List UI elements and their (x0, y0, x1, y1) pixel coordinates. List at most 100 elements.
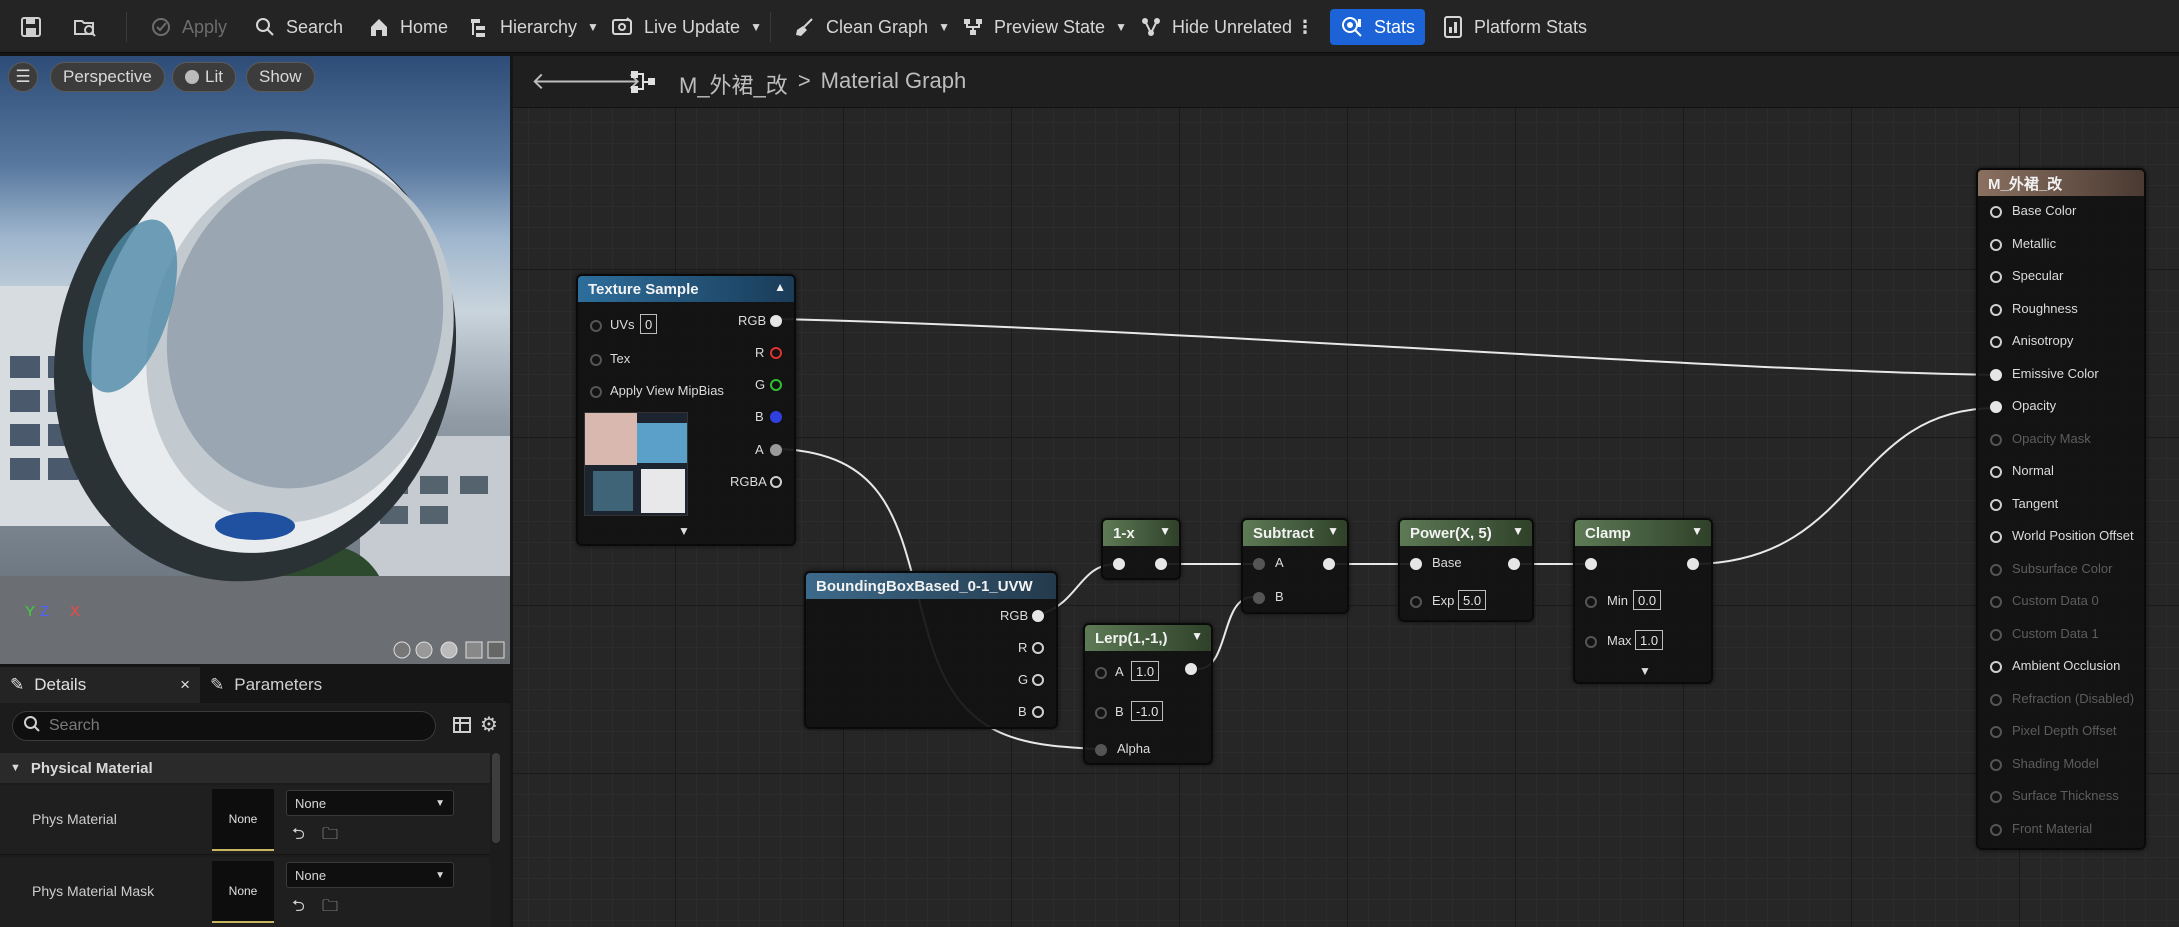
home-button[interactable]: Home (360, 9, 454, 45)
max-value-field[interactable]: 1.0 (1635, 630, 1664, 650)
bounding-box-uvw-node[interactable]: BoundingBoxBased_0-1_UVW RGB R G B (804, 571, 1058, 729)
result-input-pin[interactable] (1990, 466, 2002, 478)
rgba-output-pin[interactable] (770, 476, 782, 488)
input-pin[interactable] (1113, 558, 1125, 570)
output-pin[interactable] (1185, 663, 1197, 675)
tex-pin[interactable] (590, 354, 602, 366)
result-input-pin[interactable] (1990, 531, 2002, 543)
result-input-pin[interactable] (1990, 791, 2002, 803)
node-header[interactable]: Lerp(1,-1,) ▼ (1085, 625, 1211, 651)
details-scrollbar[interactable] (492, 753, 500, 843)
result-input-pin[interactable] (1990, 758, 2002, 771)
stats-button[interactable]: Stats (1330, 9, 1426, 45)
subtract-node[interactable]: Subtract ▼ A B (1241, 518, 1349, 614)
expand-chevron-icon[interactable]: ▼ (678, 524, 690, 538)
node-header[interactable]: Subtract ▼ (1243, 520, 1347, 546)
breadcrumb-graph[interactable]: Material Graph (821, 68, 967, 100)
browse-asset-icon[interactable]: 🗀 (322, 823, 338, 850)
result-input-pin[interactable] (1990, 433, 2002, 446)
chevron-down-icon[interactable]: ▼ (1327, 524, 1339, 538)
expand-chevron-icon[interactable]: ▼ (1639, 664, 1651, 678)
result-input-pin[interactable] (1990, 238, 2002, 251)
output-pin[interactable] (1687, 558, 1699, 570)
result-input-pin[interactable] (1990, 498, 2002, 511)
rgb-output-pin[interactable] (770, 315, 782, 327)
browse-asset-icon[interactable]: 🗀 (322, 895, 338, 922)
r-output-pin[interactable] (770, 347, 782, 359)
uvs-pin[interactable] (590, 320, 602, 332)
lit-button[interactable]: Lit (172, 62, 236, 92)
preview-viewport[interactable]: Y Z X ☰ Perspective Lit Show (0, 56, 510, 664)
node-header[interactable]: Power(X, 5) ▼ (1400, 520, 1532, 546)
material-result-node[interactable]: M_外裙_改 Base Color Metallic Specular Roughne… (1976, 168, 2146, 850)
one-minus-node[interactable]: 1-x ▼ (1101, 518, 1181, 580)
output-pin[interactable] (1155, 558, 1167, 570)
power-node[interactable]: Power(X, 5) ▼ Base Exp 5.0 (1398, 518, 1534, 622)
result-input-pin[interactable] (1990, 693, 2002, 706)
result-input-pin[interactable] (1990, 303, 2002, 316)
clean-graph-dropdown[interactable]: Clean Graph ▼ (786, 9, 956, 45)
apply-button[interactable]: Apply (142, 9, 233, 45)
max-input-pin[interactable] (1585, 636, 1597, 648)
a-input-pin[interactable] (1095, 667, 1107, 679)
uvs-value-field[interactable]: 0 (640, 314, 658, 334)
min-input-pin[interactable] (1585, 596, 1597, 608)
chevron-down-icon[interactable]: ▼ (1691, 524, 1703, 538)
min-value-field[interactable]: 0.0 (1633, 590, 1662, 610)
preview-state-dropdown[interactable]: Preview State ▼ (954, 9, 1133, 45)
node-header[interactable]: BoundingBoxBased_0-1_UVW (806, 573, 1056, 599)
phys-material-mask-select[interactable]: None ▼ (286, 862, 454, 888)
table-view-icon[interactable] (452, 715, 474, 737)
chevron-up-icon[interactable]: ▲ (774, 280, 786, 294)
result-input-pin[interactable] (1990, 596, 2002, 608)
phys-material-thumbnail[interactable]: None (212, 789, 274, 851)
result-input-pin[interactable] (1990, 336, 2002, 348)
show-button[interactable]: Show (246, 62, 315, 92)
result-input-pin[interactable] (1990, 661, 2002, 673)
chevron-down-icon[interactable]: ▼ (1159, 524, 1171, 538)
node-header[interactable]: M_外裙_改 (1978, 170, 2144, 196)
save-button[interactable] (12, 9, 50, 45)
clamp-node[interactable]: Clamp ▼ Min 0.0 Max 1.0 ▼ (1573, 518, 1713, 684)
settings-gear-icon[interactable]: ⚙ (480, 715, 502, 737)
result-input-pin[interactable] (1990, 401, 2002, 413)
platform-stats-button[interactable]: Platform Stats (1434, 9, 1593, 45)
base-input-pin[interactable] (1410, 558, 1422, 570)
search-button[interactable]: Search (246, 9, 349, 45)
g-output-pin[interactable] (770, 379, 782, 391)
node-header[interactable]: Clamp ▼ (1575, 520, 1711, 546)
lerp-node[interactable]: Lerp(1,-1,) ▼ A 1.0 B -1.0 Alpha (1083, 623, 1213, 765)
phys-material-select[interactable]: None ▼ (286, 790, 454, 816)
node-header[interactable]: 1-x ▼ (1103, 520, 1179, 546)
live-update-dropdown[interactable]: Live Update ▼ (604, 9, 768, 45)
alpha-input-pin[interactable] (1095, 744, 1107, 756)
details-search-input[interactable]: Search (12, 711, 436, 741)
viewport-menu-button[interactable]: ☰ (8, 62, 38, 92)
result-input-pin[interactable] (1990, 628, 2002, 641)
browse-button[interactable] (66, 9, 104, 45)
output-pin[interactable] (1508, 558, 1520, 570)
a-value-field[interactable]: 1.0 (1131, 661, 1160, 681)
output-pin[interactable] (1323, 558, 1335, 570)
physical-material-section[interactable]: ▼ Physical Material (0, 753, 490, 783)
result-input-pin[interactable] (1990, 563, 2002, 576)
result-input-pin[interactable] (1990, 726, 2002, 738)
b-input-pin[interactable] (1095, 707, 1107, 719)
texture-sample-node[interactable]: Texture Sample ▲ UVs 0 Tex Apply View Mi… (576, 274, 796, 546)
r-output-pin[interactable] (1032, 642, 1044, 654)
exp-value-field[interactable]: 5.0 (1458, 590, 1487, 610)
a-output-pin[interactable] (770, 444, 782, 456)
input-pin[interactable] (1585, 558, 1597, 570)
hierarchy-dropdown[interactable]: Hierarchy ▼ (460, 9, 605, 45)
perspective-button[interactable]: Perspective (50, 62, 165, 92)
result-input-pin[interactable] (1990, 206, 2002, 218)
hide-unrelated-button[interactable]: Hide Unrelated (1132, 9, 1298, 45)
close-icon[interactable]: × (180, 675, 190, 695)
b-input-pin[interactable] (1253, 592, 1265, 604)
rgb-output-pin[interactable] (1032, 610, 1044, 622)
b-output-pin[interactable] (770, 411, 782, 423)
result-input-pin[interactable] (1990, 271, 2002, 283)
breadcrumb-asset[interactable]: M_外裙_改 (679, 68, 788, 100)
more-options-button[interactable]: ⋮ (1290, 9, 1320, 45)
b-output-pin[interactable] (1032, 706, 1044, 718)
